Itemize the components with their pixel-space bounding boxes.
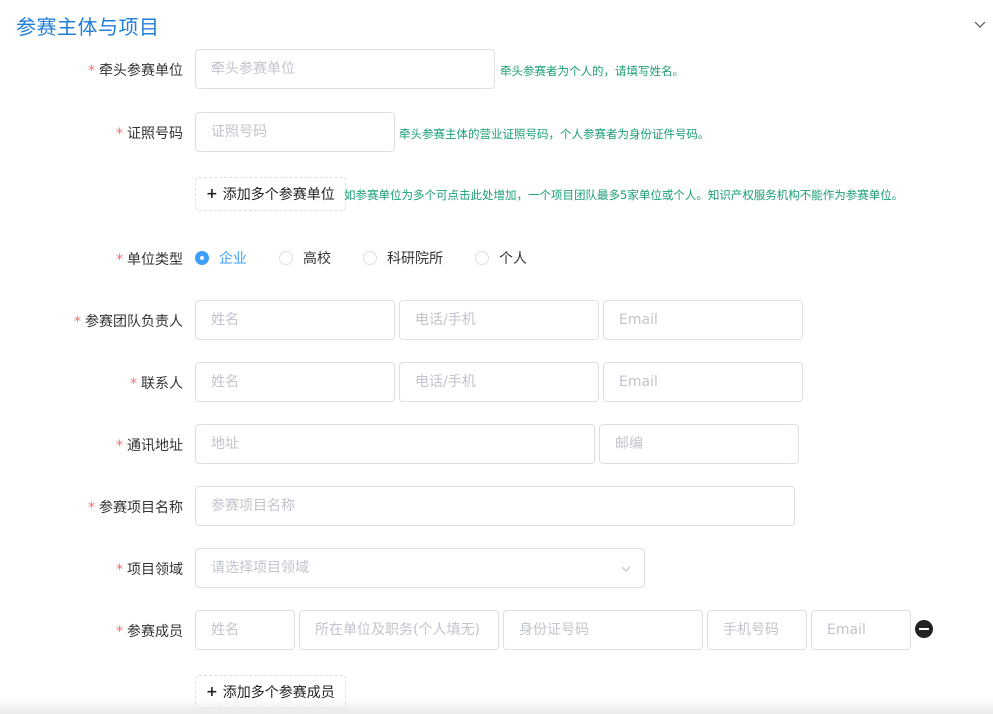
- bottom-shadow: [0, 698, 993, 714]
- radio-individual[interactable]: 个人: [475, 248, 527, 268]
- lead-org-field[interactable]: [195, 49, 495, 89]
- member-org-input[interactable]: [300, 611, 498, 649]
- radio-unchecked-icon: [363, 251, 377, 265]
- radio-checked-icon: [195, 251, 209, 265]
- radio-university[interactable]: 高校: [279, 248, 331, 268]
- project-name-field[interactable]: [195, 486, 795, 526]
- members-row: * 参赛成员: [0, 610, 993, 650]
- address-input[interactable]: [196, 425, 594, 463]
- required-mark: *: [88, 500, 95, 516]
- required-mark: *: [130, 376, 137, 392]
- team-leader-email-input[interactable]: [604, 301, 802, 339]
- team-leader-name-input[interactable]: [196, 301, 394, 339]
- team-leader-email-field[interactable]: [603, 300, 803, 340]
- project-field-label: * 项目领域: [116, 562, 183, 578]
- contact-phone-field[interactable]: [399, 362, 599, 402]
- lead-org-label: * 牵头参赛单位: [88, 63, 183, 79]
- section-header: 参赛主体与项目: [0, 0, 993, 50]
- project-field-row: * 项目领域: [0, 548, 993, 588]
- plus-icon: +: [206, 186, 218, 202]
- license-row: *证照号码 牵头参赛主体的营业证照号码，个人参赛者为身份证件号码。: [0, 112, 993, 152]
- add-org-hint: 如参赛单位为多个可点击此处增加，一个项目团队最多5家单位或个人。知识产权服务机构…: [344, 188, 904, 202]
- member-email-input[interactable]: [812, 611, 910, 649]
- member-name-field[interactable]: [195, 610, 295, 650]
- add-org-button[interactable]: + 添加多个参赛单位: [195, 177, 346, 211]
- member-phone-input[interactable]: [708, 611, 806, 649]
- members-label: * 参赛成员: [116, 624, 183, 640]
- contact-name-field[interactable]: [195, 362, 395, 402]
- required-mark: *: [88, 63, 95, 79]
- project-name-input[interactable]: [196, 487, 794, 525]
- member-org-field[interactable]: [299, 610, 499, 650]
- zip-field[interactable]: [599, 424, 799, 464]
- chevron-down-icon[interactable]: [972, 16, 988, 32]
- project-name-label: * 参赛项目名称: [88, 500, 183, 516]
- org-type-row: * 单位类型 企业 高校 科研院所 个人: [0, 238, 993, 278]
- section-title: 参赛主体与项目: [16, 15, 160, 39]
- add-org-row: + 添加多个参赛单位 如参赛单位为多个可点击此处增加，一个项目团队最多5家单位或…: [0, 177, 993, 217]
- project-name-row: * 参赛项目名称: [0, 486, 993, 526]
- address-row: * 通讯地址: [0, 424, 993, 464]
- member-email-field[interactable]: [811, 610, 911, 650]
- license-hint: 牵头参赛主体的营业证照号码，个人参赛者为身份证件号码。: [399, 127, 710, 141]
- team-leader-row: * 参赛团队负责人: [0, 300, 993, 340]
- minus-circle-icon[interactable]: [915, 620, 933, 638]
- address-field[interactable]: [195, 424, 595, 464]
- add-org-button-label: 添加多个参赛单位: [222, 187, 335, 203]
- org-type-label: * 单位类型: [116, 252, 183, 268]
- member-phone-field[interactable]: [707, 610, 807, 650]
- required-mark: *: [116, 562, 123, 578]
- contact-email-field[interactable]: [603, 362, 803, 402]
- contact-name-input[interactable]: [196, 363, 394, 401]
- lead-org-input[interactable]: [196, 50, 494, 88]
- required-mark: *: [116, 624, 123, 640]
- team-leader-name-field[interactable]: [195, 300, 395, 340]
- project-field-select[interactable]: [195, 548, 645, 588]
- address-label: * 通讯地址: [116, 438, 183, 454]
- radio-enterprise[interactable]: 企业: [195, 248, 247, 268]
- contact-phone-input[interactable]: [400, 363, 598, 401]
- lead-org-row: *牵头参赛单位 牵头参赛者为个人的，请填写姓名。: [0, 49, 993, 89]
- zip-input[interactable]: [600, 425, 798, 463]
- license-label: * 证照号码: [116, 126, 183, 142]
- team-leader-phone-field[interactable]: [399, 300, 599, 340]
- contact-label: * 联系人: [130, 376, 183, 392]
- contact-row: * 联系人: [0, 362, 993, 402]
- chevron-down-icon: [621, 566, 631, 572]
- required-mark: *: [116, 126, 123, 142]
- member-name-input[interactable]: [196, 611, 294, 649]
- license-input[interactable]: [196, 113, 394, 151]
- contact-email-input[interactable]: [604, 363, 802, 401]
- team-leader-label: * 参赛团队负责人: [74, 314, 183, 330]
- project-field-select-input[interactable]: [196, 549, 644, 587]
- team-leader-phone-input[interactable]: [400, 301, 598, 339]
- required-mark: *: [74, 314, 81, 330]
- required-mark: *: [116, 438, 123, 454]
- member-id-input[interactable]: [504, 611, 702, 649]
- license-field[interactable]: [195, 112, 395, 152]
- lead-org-hint: 牵头参赛者为个人的，请填写姓名。: [500, 64, 684, 78]
- radio-research-institute[interactable]: 科研院所: [363, 248, 443, 268]
- required-mark: *: [116, 252, 123, 268]
- radio-unchecked-icon: [475, 251, 489, 265]
- radio-unchecked-icon: [279, 251, 293, 265]
- org-type-radio-group: 企业 高校 科研院所 个人: [195, 248, 559, 268]
- member-id-field[interactable]: [503, 610, 703, 650]
